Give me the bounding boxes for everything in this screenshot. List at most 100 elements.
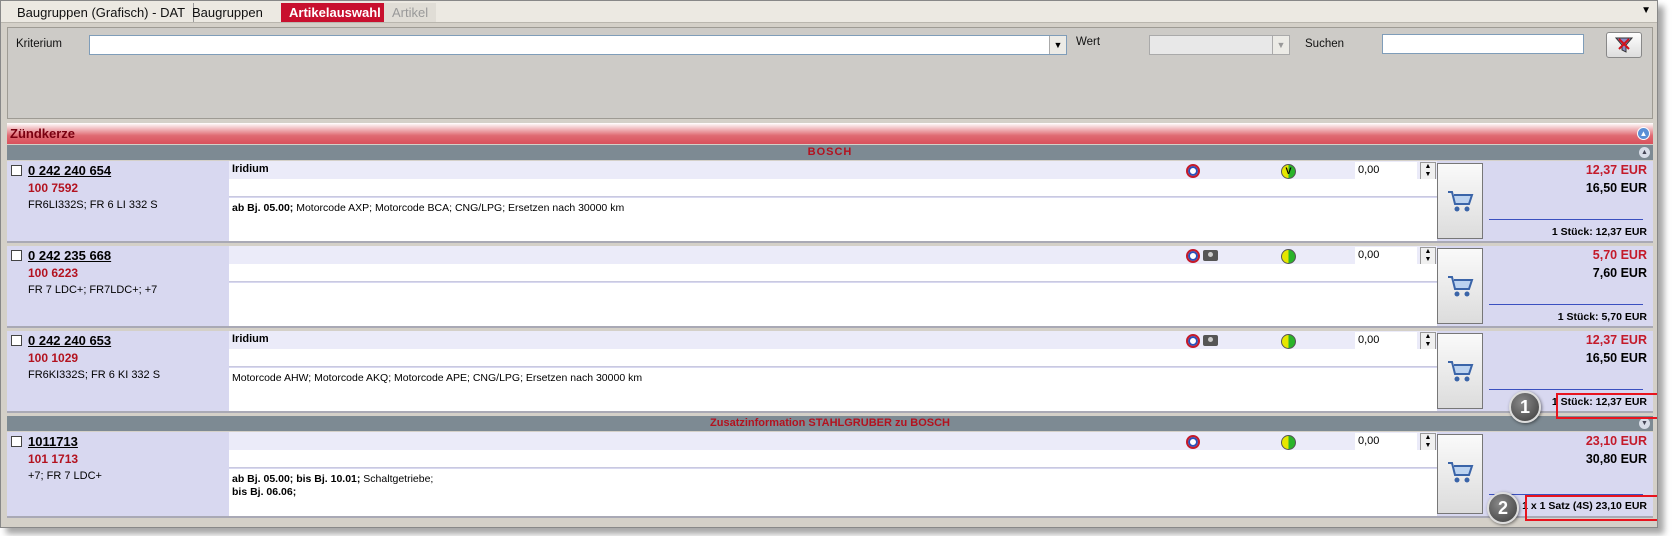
article-details: 0,00 ▲ ▼ xyxy=(229,246,1437,326)
tab-menu-arrow-icon[interactable]: ▼ xyxy=(1641,5,1651,16)
price-divider xyxy=(1489,389,1643,390)
add-to-cart-button[interactable] xyxy=(1437,434,1483,514)
internal-number: 100 7592 xyxy=(28,181,79,195)
internal-number: 100 6223 xyxy=(28,266,79,280)
article-row[interactable]: 0 242 235 668 100 6223 FR 7 LDC+; FR7LDC… xyxy=(7,246,1653,328)
cart-icon xyxy=(1448,462,1474,483)
article-description xyxy=(229,283,1437,326)
tab-baugruppen-grafisch[interactable]: Baugruppen (Grafisch) - DAT xyxy=(9,3,195,22)
quantity-input[interactable]: 0,00 xyxy=(1355,433,1417,451)
desc-bold: ab Bj. 05.00; bis Bj. 10.01; xyxy=(232,473,361,485)
kriterium-label: Kriterium xyxy=(16,38,63,50)
unit-price: 1 Stück: 5,70 EUR xyxy=(1557,311,1647,323)
wert-label: Wert xyxy=(1076,36,1101,48)
internal-number: 100 1029 xyxy=(28,351,79,365)
wert-select[interactable]: ▼ xyxy=(1149,35,1290,55)
quantity-input[interactable]: 0,00 xyxy=(1355,162,1417,180)
article-row[interactable]: 0 242 240 653 100 1029 FR6KI332S; FR 6 K… xyxy=(7,331,1653,413)
article-number-link[interactable]: 0 242 240 653 xyxy=(28,333,111,348)
availability-dot-icon[interactable]: V xyxy=(1281,164,1296,179)
cart-icon xyxy=(1448,361,1474,382)
net-price: 5,70 EUR xyxy=(1592,248,1647,262)
availability-dot-icon[interactable] xyxy=(1281,249,1296,264)
add-to-cart-button[interactable] xyxy=(1437,248,1483,324)
article-number-link[interactable]: 1011713 xyxy=(28,434,78,449)
clock-icon[interactable] xyxy=(1186,249,1200,263)
availability-dot-icon[interactable] xyxy=(1281,334,1296,349)
article-number-link[interactable]: 0 242 235 668 xyxy=(28,248,111,263)
filter-icon xyxy=(1614,37,1634,53)
group-header[interactable]: Zündkerze ▲ xyxy=(7,123,1653,144)
article-checkbox[interactable] xyxy=(11,250,22,261)
group-title: Zündkerze xyxy=(10,126,76,141)
reference-numbers: FR6LI332S; FR 6 LI 332 S xyxy=(28,199,158,211)
desc-text: Motorcode AHW; Motorcode AKQ; Motorcode … xyxy=(232,372,643,384)
quantity-stepper[interactable]: ▲ ▼ xyxy=(1420,247,1436,265)
suchen-value xyxy=(1383,35,1583,39)
clock-icon[interactable] xyxy=(1186,164,1200,178)
gross-price: 16,50 EUR xyxy=(1585,181,1647,195)
collapse-up-icon[interactable]: ▲ xyxy=(1639,147,1650,158)
reference-numbers: FR 7 LDC+; FR7LDC+; +7 xyxy=(28,284,158,296)
collapse-up-icon[interactable]: ▲ xyxy=(1637,127,1650,140)
quantity-stepper[interactable]: ▲ ▼ xyxy=(1420,433,1436,451)
callout-badge-2: 2 xyxy=(1487,492,1519,524)
reference-numbers: FR6KI332S; FR 6 KI 332 S xyxy=(28,369,161,381)
tab-baugruppen[interactable]: Baugruppen xyxy=(184,3,271,22)
article-number-link[interactable]: 0 242 240 654 xyxy=(28,163,111,178)
cart-icon xyxy=(1448,276,1474,297)
article-top-line: 0,00 ▲ ▼ xyxy=(229,246,1437,265)
brand-header-bosch[interactable]: BOSCH ▲ xyxy=(7,145,1653,160)
suchen-input[interactable] xyxy=(1382,34,1584,54)
clock-icon[interactable] xyxy=(1186,435,1200,449)
chevron-down-icon[interactable]: ▼ xyxy=(1049,36,1066,54)
feature-text: Iridium xyxy=(232,333,269,345)
cart-icon xyxy=(1448,191,1474,212)
article-row[interactable]: 1011713 101 1713 +7; FR 7 LDC+ 0,00 ▲ ▼ a… xyxy=(7,432,1653,518)
article-id-cell: 0 242 240 654 100 7592 FR6LI332S; FR 6 L… xyxy=(7,161,229,241)
brand-header-zusatzinfo[interactable]: Zusatzinformation STAHLGRUBER zu BOSCH ▼ xyxy=(7,416,1653,431)
filter-button[interactable] xyxy=(1606,32,1642,58)
availability-label: V xyxy=(1285,166,1292,176)
availability-dot-icon[interactable] xyxy=(1281,435,1296,450)
price-divider xyxy=(1489,219,1643,220)
tab-artikelauswahl[interactable]: Artikelauswahl xyxy=(281,3,389,22)
highlight-box-2 xyxy=(1525,495,1657,521)
tab-artikel[interactable]: Artikel xyxy=(384,3,437,22)
add-to-cart-button[interactable] xyxy=(1437,163,1483,239)
kriterium-select[interactable]: ▼ xyxy=(89,35,1067,55)
detail-band xyxy=(229,349,1437,367)
collapse-down-icon[interactable]: ▼ xyxy=(1639,418,1650,429)
article-checkbox[interactable] xyxy=(11,335,22,346)
callout-number: 2 xyxy=(1497,498,1508,518)
article-details: Iridium 0,00 ▲ ▼ Motorcode AHW; Motorcode… xyxy=(229,331,1437,411)
add-to-cart-button[interactable] xyxy=(1437,333,1483,409)
desc-text: Motorcode AXP; Motorcode BCA; CNG/LPG; E… xyxy=(293,202,625,214)
camera-icon[interactable] xyxy=(1203,250,1218,261)
article-id-cell: 0 242 240 653 100 1029 FR6KI332S; FR 6 K… xyxy=(7,331,229,411)
desc-bold: ab Bj. 05.00; xyxy=(232,202,294,214)
camera-icon[interactable] xyxy=(1203,335,1218,346)
app-window: Baugruppen (Grafisch) - DAT Baugruppen A… xyxy=(0,0,1658,528)
suchen-label: Suchen xyxy=(1305,38,1345,50)
brand-name: Zusatzinformation STAHLGRUBER zu BOSCH xyxy=(710,417,950,429)
kriterium-value xyxy=(90,36,1066,40)
detail-band xyxy=(229,179,1437,197)
article-row[interactable]: 0 242 240 654 100 7592 FR6LI332S; FR 6 L… xyxy=(7,161,1653,243)
quantity-stepper[interactable]: ▲ ▼ xyxy=(1420,332,1436,350)
net-price: 23,10 EUR xyxy=(1585,434,1647,448)
tab-bar: Baugruppen (Grafisch) - DAT Baugruppen A… xyxy=(1,1,1657,23)
chevron-down-icon[interactable]: ▼ xyxy=(1272,36,1289,54)
article-checkbox[interactable] xyxy=(11,165,22,176)
clock-icon[interactable] xyxy=(1186,334,1200,348)
article-details: Iridium V 0,00 ▲ ▼ ab Bj. 05.00; Motorcod… xyxy=(229,161,1437,241)
callout-badge-1: 1 xyxy=(1509,391,1541,423)
quantity-input[interactable]: 0,00 xyxy=(1355,332,1417,350)
quantity-stepper[interactable]: ▲ ▼ xyxy=(1420,162,1436,180)
article-checkbox[interactable] xyxy=(11,436,22,447)
quantity-input[interactable]: 0,00 xyxy=(1355,247,1417,265)
article-description: ab Bj. 05.00; bis Bj. 10.01; Schaltgetri… xyxy=(229,469,1437,516)
article-id-cell: 1011713 101 1713 +7; FR 7 LDC+ xyxy=(7,432,229,516)
filter-panel: Kriterium ▼ Wert ▼ Suchen xyxy=(7,27,1653,119)
desc-bold-line2: bis Bj. 06.06; xyxy=(232,486,297,498)
